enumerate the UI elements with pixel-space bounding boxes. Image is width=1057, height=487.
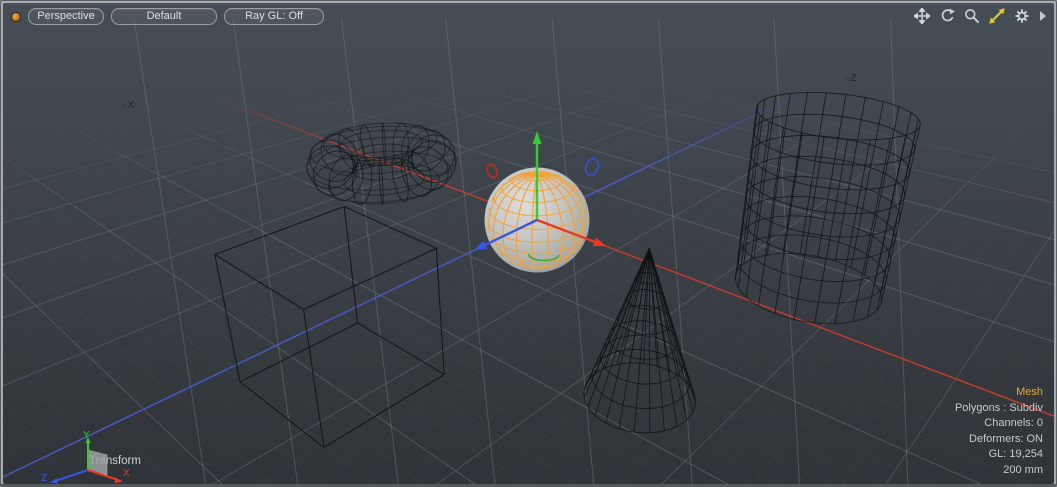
shading-style-button[interactable]: Default: [111, 8, 217, 25]
pan-icon[interactable]: [914, 8, 930, 24]
rotate-icon[interactable]: [939, 8, 955, 24]
widget-y-label: Y: [83, 430, 90, 441]
viewport-controls: [914, 8, 1047, 24]
mesh-name: Mesh: [955, 385, 1043, 401]
item-info-overlay: Mesh Polygons : Subdiv Channels: 0 Defor…: [955, 385, 1043, 478]
grid-size-info: 200 mm: [955, 463, 1043, 479]
flyout-icon[interactable]: [1039, 8, 1047, 24]
scene-canvas[interactable]: [3, 3, 1054, 484]
polygons-info: Polygons : Subdiv: [955, 401, 1043, 417]
view-type-button[interactable]: Perspective: [28, 8, 104, 25]
widget-z-label: Z: [41, 473, 47, 484]
neg-x-axis-label: -X: [123, 100, 135, 111]
3d-viewport[interactable]: Perspective Default Ray GL: Off: [3, 3, 1054, 484]
deformers-info: Deformers: ON: [955, 432, 1043, 448]
zoom-icon[interactable]: [964, 8, 980, 24]
viewport-indicator-dot[interactable]: [11, 12, 21, 22]
viewport-toolbar: Perspective Default Ray GL: Off: [11, 8, 324, 25]
raygl-button[interactable]: Ray GL: Off: [224, 8, 324, 25]
settings-icon[interactable]: [1014, 8, 1030, 24]
neg-z-axis-label: -Z: [846, 73, 857, 84]
gl-count-info: GL: 19,254: [955, 447, 1043, 463]
channels-info: Channels: 0: [955, 416, 1043, 432]
viewport-window: Perspective Default Ray GL: Off: [0, 0, 1057, 487]
maximize-icon[interactable]: [989, 8, 1005, 24]
axis-orientation-widget: Y Z X: [3, 424, 153, 484]
widget-x-label: X: [123, 468, 130, 479]
